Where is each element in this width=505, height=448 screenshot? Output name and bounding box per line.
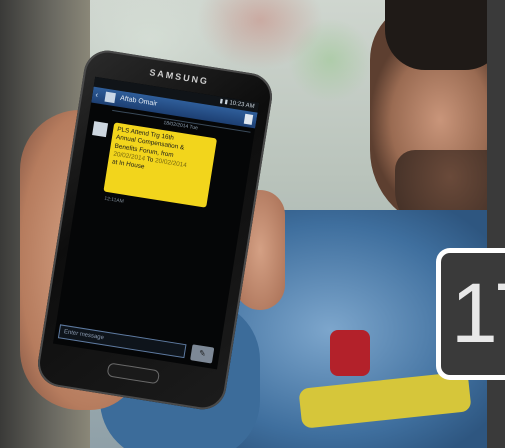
menu-icon[interactable]: [243, 113, 254, 125]
sender-avatar: [92, 121, 109, 138]
message-bubble[interactable]: PLS Attend Trg 16th Annual Compensation …: [103, 122, 218, 208]
side-panel: [487, 0, 505, 448]
page-number: 17: [451, 266, 505, 360]
contact-avatar: [104, 91, 116, 104]
send-button[interactable]: ✎: [190, 344, 215, 364]
contact-name: Aftab Omair: [119, 94, 158, 108]
message-date-to: 20/02/2014: [154, 157, 188, 170]
photo-background: SAMSUNG ▮ ▮ 10:23 AM ‹ Aftab Omair 18/02…: [0, 0, 505, 448]
page-number-box: 17: [436, 248, 505, 380]
message-timestamp: 12:11AM: [103, 195, 125, 205]
shirt-patch-red: [330, 330, 370, 376]
